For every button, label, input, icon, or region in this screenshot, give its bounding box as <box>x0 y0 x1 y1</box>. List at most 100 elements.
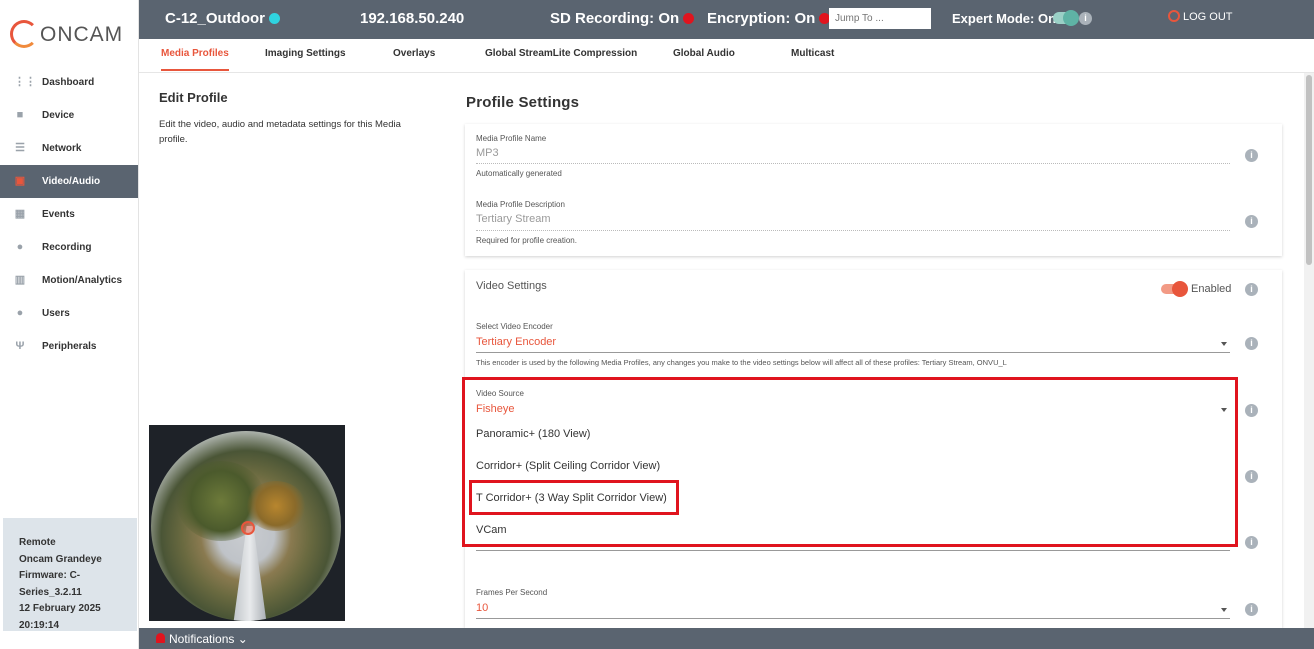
media-profile-description-field[interactable]: Tertiary Stream <box>476 213 551 225</box>
info-icon[interactable]: i <box>1245 215 1258 228</box>
usb-icon: Ψ <box>15 340 25 352</box>
top-header-bar: C-12_Outdoor 192.168.50.240 SD Recording… <box>139 0 1314 39</box>
profile-info-card: Media Profile Name MP3 Automatically gen… <box>465 124 1282 256</box>
tab-media-profiles[interactable]: Media Profiles <box>161 48 229 71</box>
sidebar-item-recording[interactable]: ● Recording <box>0 231 138 264</box>
grid-icon: ⋮⋮ <box>14 76 36 88</box>
sidebar-item-motion-analytics[interactable]: ▥ Motion/Analytics <box>0 264 138 297</box>
sidebar-item-users[interactable]: ● Users <box>0 297 138 330</box>
expert-mode-label: Expert Mode: On <box>952 11 1057 26</box>
device-info-line: Firmware: C- <box>19 570 81 581</box>
highlight-box <box>469 480 679 515</box>
edit-profile-description: Edit the video, audio and metadata setti… <box>159 119 401 145</box>
device-info-line: Oncam Grandeye <box>19 553 102 565</box>
sidebar-item-label: Recording <box>42 242 92 253</box>
analytics-icon: ▥ <box>14 274 26 286</box>
device-info-line: 12 February 2025 <box>19 603 101 614</box>
sidebar-item-label: Motion/Analytics <box>42 275 123 286</box>
sidebar-item-network[interactable]: ☰ Network <box>0 132 138 165</box>
logo-text: ONCAM <box>40 23 124 46</box>
video-source-option[interactable]: VCam <box>476 524 507 536</box>
scrollbar-thumb[interactable] <box>1306 75 1312 265</box>
sidebar-item-label: Network <box>42 143 82 154</box>
sidebar-item-label: Users <box>42 308 70 319</box>
online-status-dot <box>269 13 281 24</box>
info-icon[interactable]: i <box>1245 470 1258 483</box>
oncam-logo[interactable]: ONCAM <box>10 20 135 50</box>
info-icon[interactable]: i <box>1079 12 1092 25</box>
fps-underline <box>476 618 1230 619</box>
info-icon[interactable]: i <box>1245 283 1258 296</box>
device-info-line: Series_3.2.11 <box>19 586 82 598</box>
video-source-label: Video Source <box>476 389 524 398</box>
sidebar-item-video-audio[interactable]: ▣ Video/Audio <box>0 165 138 198</box>
video-icon: ▣ <box>14 175 26 187</box>
preview-pole <box>233 526 267 621</box>
sidebar-item-events[interactable]: ▦ Events <box>0 198 138 231</box>
frames-per-second-select[interactable]: 10 <box>476 602 488 614</box>
info-icon[interactable]: i <box>1245 603 1258 616</box>
jump-to-input[interactable] <box>829 8 931 29</box>
description-help-text: Required for profile creation. <box>476 236 577 245</box>
tab-imaging-settings[interactable]: Imaging Settings <box>265 48 346 59</box>
sidebar-item-label: Device <box>42 110 75 121</box>
chevron-down-icon[interactable] <box>1221 608 1227 612</box>
bell-icon[interactable] <box>156 633 165 643</box>
chevron-down-icon[interactable] <box>1221 408 1227 412</box>
power-icon <box>1168 10 1180 22</box>
camera-name: C-12_Outdoor <box>165 10 281 27</box>
sidebar-item-peripherals[interactable]: Ψ Peripherals <box>0 330 138 363</box>
info-icon[interactable]: i <box>1245 536 1258 549</box>
sidebar: ONCAM ⋮⋮ Dashboard ■ Device ☰ Network ▣ Video/A… <box>0 0 139 649</box>
tab-global-streamlite-compression[interactable]: Global StreamLite Compression <box>485 48 637 59</box>
camera-icon: ■ <box>16 109 24 121</box>
video-source-option[interactable]: Corridor+ (Split Ceiling Corridor View) <box>476 460 660 472</box>
name-underline <box>476 163 1230 164</box>
video-enabled-toggle[interactable] <box>1161 281 1188 297</box>
encryption-status: Encryption: On <box>707 10 831 27</box>
sidebar-item-device[interactable]: ■ Device <box>0 99 138 132</box>
description-underline <box>476 230 1230 231</box>
tab-overlays[interactable]: Overlays <box>393 48 435 59</box>
camera-ip: 192.168.50.240 <box>360 10 465 27</box>
fisheye-preview[interactable] <box>149 425 345 621</box>
media-profile-name-field[interactable]: MP3 <box>476 147 499 159</box>
oncam-logo-icon <box>10 20 38 48</box>
chevron-down-icon[interactable] <box>1221 342 1227 346</box>
preview-tree-autumn <box>246 481 306 531</box>
info-icon[interactable]: i <box>1245 404 1258 417</box>
frames-per-second-label: Frames Per Second <box>476 588 548 597</box>
record-icon: ● <box>16 241 24 253</box>
video-settings-title: Video Settings <box>476 280 547 292</box>
media-profile-description-label: Media Profile Description <box>476 200 565 209</box>
sidebar-item-label: Dashboard <box>42 77 95 88</box>
video-encoder-select[interactable]: Tertiary Encoder <box>476 336 556 348</box>
fisheye-image <box>151 431 341 621</box>
device-info-line: Remote <box>19 537 56 548</box>
video-source-select[interactable]: Fisheye <box>476 403 515 415</box>
notifications-button[interactable]: Notifications ⌄ <box>169 632 248 646</box>
info-icon[interactable]: i <box>1245 149 1258 162</box>
info-icon[interactable]: i <box>1245 337 1258 350</box>
tab-bar: Media Profiles Imaging Settings Overlays Gl… <box>139 39 1314 73</box>
sidebar-item-label: Video/Audio <box>42 176 101 187</box>
footer-bar: Notifications ⌄ <box>139 628 1314 649</box>
sd-recording-status: SD Recording: On <box>550 10 695 27</box>
ptz-marker-icon[interactable] <box>241 521 255 535</box>
scrollbar[interactable] <box>1304 73 1314 628</box>
device-info-line: 20:19:14 <box>19 619 60 631</box>
tab-multicast[interactable]: Multicast <box>791 48 834 59</box>
enabled-label: Enabled <box>1191 283 1232 295</box>
name-help-text: Automatically generated <box>476 169 562 178</box>
video-source-dropdown[interactable]: Video Source Fisheye Panoramic+ (180 Vie… <box>462 377 1238 547</box>
logout-button[interactable]: LOG OUT <box>1168 10 1233 23</box>
video-source-option[interactable]: Panoramic+ (180 View) <box>476 428 590 440</box>
server-icon: ☰ <box>15 142 25 154</box>
calendar-icon: ▦ <box>14 208 26 220</box>
sidebar-item-dashboard[interactable]: ⋮⋮ Dashboard <box>0 66 138 99</box>
sidebar-item-label: Events <box>42 209 75 220</box>
sidebar-item-label: Peripherals <box>42 341 97 352</box>
encoder-help-text: This encoder is used by the following Me… <box>476 358 1007 367</box>
expert-mode-toggle[interactable] <box>1053 10 1079 26</box>
tab-global-audio[interactable]: Global Audio <box>673 48 735 59</box>
